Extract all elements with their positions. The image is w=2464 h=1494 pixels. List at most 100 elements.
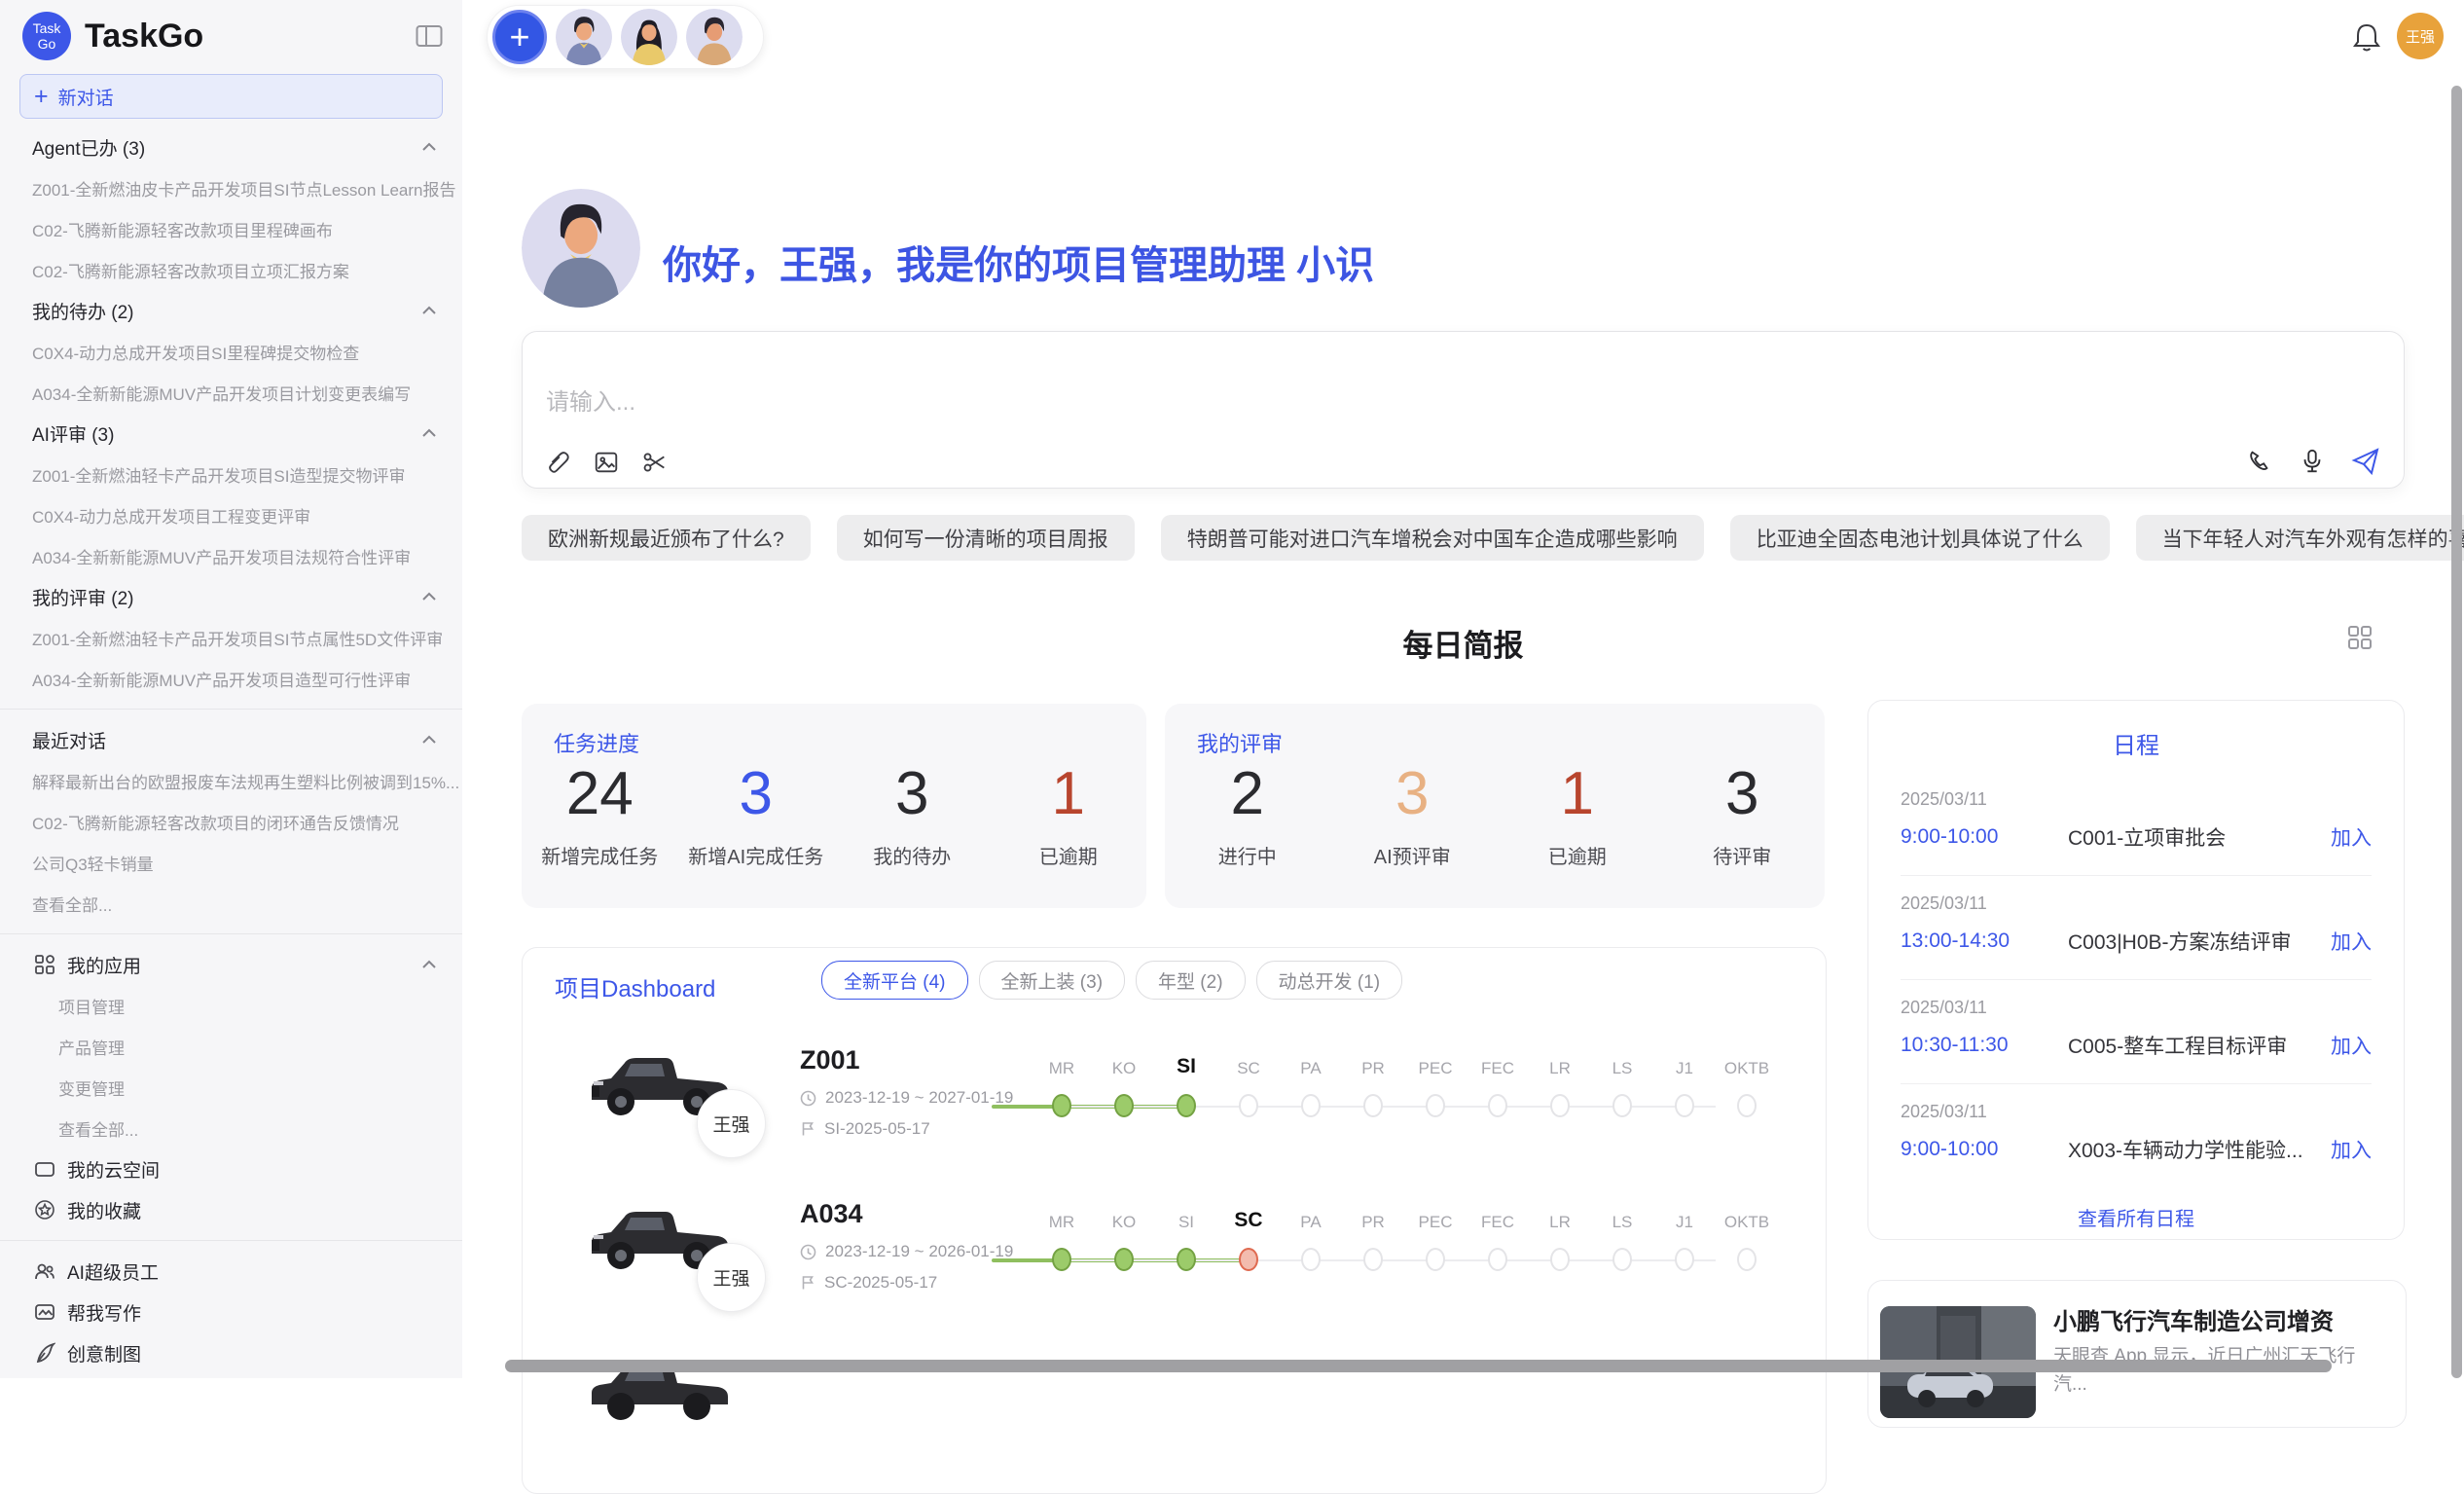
stat: 3 待评审	[1660, 762, 1826, 869]
milestone-label: LS	[1612, 1201, 1633, 1232]
section-ai-review[interactable]: AI评审 (3)	[0, 413, 462, 454]
section-agent-done[interactable]: Agent已办 (3)	[0, 127, 462, 167]
chevron-up-icon	[421, 306, 437, 315]
stat-value: 3	[740, 762, 773, 825]
milestone-label: LR	[1549, 1201, 1571, 1232]
card-title: 任务进度	[554, 727, 639, 758]
tab-all-new-body[interactable]: 全新上装 (3)	[979, 961, 1126, 1000]
flag-icon	[800, 1275, 815, 1291]
agent-avatar-2[interactable]	[621, 9, 677, 65]
conversation-item[interactable]: Z001-全新燃油轻卡产品开发项目SI造型提交物评审	[0, 454, 462, 494]
sidebar-item-ai-super-staff[interactable]: AI超级员工	[0, 1251, 462, 1292]
schedule-date: 2025/03/11	[1901, 1102, 2372, 1122]
section-my-review[interactable]: 我的评审 (2)	[0, 576, 462, 617]
suggestion-chip[interactable]: 当下年轻人对汽车外观有怎样的喜好趋势	[2136, 515, 2464, 561]
section-recent-chats[interactable]: 最近对话	[0, 719, 462, 760]
vertical-scrollbar[interactable]	[2451, 86, 2462, 1378]
milestone-label: PR	[1361, 1201, 1385, 1232]
tab-powertrain[interactable]: 动总开发 (1)	[1256, 961, 1403, 1000]
conversation-item[interactable]: C02-飞腾新能源轻客改款项目里程碑画布	[0, 208, 462, 249]
help-me-write-label: 帮我写作	[67, 1299, 437, 1326]
milestone-label: SI	[1178, 1201, 1194, 1232]
recent-chat-item[interactable]: C02-飞腾新能源轻客改款项目的闭环通告反馈情况	[0, 801, 462, 842]
project-dates-text: 2023-12-19 ~ 2026-01-19	[825, 1242, 1013, 1261]
milestone-label: SC	[1237, 1047, 1260, 1078]
project-row-z001[interactable]: 王强 Z001 2023-12-19 ~ 2027-01-19 SI-2025-…	[523, 1038, 1826, 1184]
stat-grid: 24 新增完成任务 3 新增AI完成任务 3 我的待办 1 已逾期	[522, 762, 1146, 869]
view-all-chats-link[interactable]: 查看全部...	[0, 883, 462, 924]
project-row-a034[interactable]: 王强 A034 2023-12-19 ~ 2026-01-19 SC-2025-…	[523, 1191, 1826, 1337]
chevron-up-icon	[421, 142, 437, 152]
microphone-icon[interactable]	[2299, 448, 2326, 475]
horizontal-scrollbar[interactable]	[505, 1360, 2332, 1372]
conversation-item[interactable]: A034-全新新能源MUV产品开发项目法规符合性评审	[0, 535, 462, 576]
stat: 3 新增AI完成任务	[678, 762, 835, 869]
collapse-sidebar-icon[interactable]	[416, 24, 443, 48]
sidebar-item-help-me-write[interactable]: 帮我写作	[0, 1292, 462, 1332]
clock-icon	[800, 1090, 816, 1107]
writing-image-icon	[34, 1301, 55, 1323]
sidebar-item-favorites[interactable]: 我的收藏	[0, 1189, 462, 1230]
conversation-item[interactable]: C0X4-动力总成开发项目SI里程碑提交物检查	[0, 331, 462, 372]
chat-input-box	[522, 331, 2405, 489]
sidebar-item-cloud-space[interactable]: 我的云空间	[0, 1148, 462, 1189]
section-my-todo[interactable]: 我的待办 (2)	[0, 290, 462, 331]
sidebar-header: Task Go TaskGo	[0, 0, 462, 68]
send-icon[interactable]	[2351, 447, 2380, 476]
join-meeting-link[interactable]: 加入	[2331, 1135, 2372, 1164]
milestone-node	[1488, 1094, 1507, 1117]
milestone-node	[1426, 1248, 1445, 1271]
app-item-change-mgmt[interactable]: 变更管理	[0, 1067, 462, 1108]
view-all-apps-link[interactable]: 查看全部...	[0, 1108, 462, 1148]
suggestion-chip[interactable]: 比亚迪全固态电池计划具体说了什么	[1730, 515, 2110, 561]
news-card[interactable]: 小鹏飞行汽车制造公司增资 天眼查 App 显示，近日广州汇天飞行汽...	[1867, 1280, 2407, 1428]
milestone-node	[1114, 1248, 1134, 1271]
new-chat-button[interactable]: + 新对话	[19, 74, 443, 119]
schedule-event-title: C001-立项审批会	[2068, 822, 2331, 852]
scissors-icon[interactable]	[641, 449, 669, 476]
join-meeting-link[interactable]: 加入	[2331, 1031, 2372, 1060]
suggestion-chip[interactable]: 特朗普可能对进口汽车增税会对中国车企造成哪些影响	[1161, 515, 1704, 561]
conversation-item[interactable]: A034-全新新能源MUV产品开发项目计划变更表编写	[0, 372, 462, 413]
stat-value: 24	[566, 762, 634, 825]
milestone-node	[1550, 1094, 1570, 1117]
recent-chat-item[interactable]: 解释最新出台的欧盟报废车法规再生塑料比例被调到15%...	[0, 760, 462, 801]
user-avatar[interactable]: 王强	[2397, 13, 2444, 59]
app-item-product-mgmt[interactable]: 产品管理	[0, 1026, 462, 1067]
join-meeting-link[interactable]: 加入	[2331, 927, 2372, 956]
chat-input[interactable]	[544, 388, 1910, 418]
briefing-layout-icon[interactable]	[2347, 625, 2373, 650]
conversation-item[interactable]: C02-飞腾新能源轻客改款项目立项汇报方案	[0, 249, 462, 290]
notification-bell-icon[interactable]	[2352, 21, 2381, 53]
milestone-label: J1	[1676, 1201, 1693, 1232]
stat-value: 3	[895, 762, 928, 825]
paperclip-icon[interactable]	[544, 449, 571, 476]
join-meeting-link[interactable]: 加入	[2331, 822, 2372, 852]
agent-avatar-1[interactable]	[556, 9, 612, 65]
sidebar-item-my-apps[interactable]: 我的应用	[0, 944, 462, 985]
chevron-up-icon	[421, 428, 437, 438]
agent-avatar-3[interactable]	[686, 9, 743, 65]
project-flag-text: SI-2025-05-17	[824, 1119, 930, 1139]
conversation-item[interactable]: C0X4-动力总成开发项目工程变更评审	[0, 494, 462, 535]
tab-model-year[interactable]: 年型 (2)	[1136, 961, 1246, 1000]
image-icon[interactable]	[593, 449, 620, 476]
suggestion-chip[interactable]: 如何写一份清晰的项目周报	[837, 515, 1135, 561]
conversation-item[interactable]: A034-全新新能源MUV产品开发项目造型可行性评审	[0, 658, 462, 699]
recent-chat-item[interactable]: 公司Q3轻卡销量	[0, 842, 462, 883]
apps-grid-icon	[34, 954, 55, 975]
add-agent-button[interactable]: +	[492, 10, 547, 64]
conversation-item[interactable]: Z001-全新燃油轻卡产品开发项目SI节点属性5D文件评审	[0, 617, 462, 658]
suggestion-chip[interactable]: 欧洲新规最近颁布了什么?	[522, 515, 811, 561]
greeting-text: 你好，王强，我是你的项目管理助理 小识	[663, 234, 1374, 290]
stat-label: 待评审	[1713, 841, 1771, 869]
phone-call-icon[interactable]	[2246, 448, 2273, 475]
favorites-label: 我的收藏	[67, 1197, 437, 1223]
tab-all-new-platform[interactable]: 全新平台 (4)	[821, 961, 968, 1000]
sidebar-list: Agent已办 (3) Z001-全新燃油皮卡产品开发项目SI节点Lesson …	[0, 127, 462, 1373]
stat: 1 已逾期	[1495, 762, 1660, 869]
view-all-schedule-link[interactable]: 查看所有日程	[1901, 1203, 2372, 1231]
conversation-item[interactable]: Z001-全新燃油皮卡产品开发项目SI节点Lesson Learn报告	[0, 167, 462, 208]
sidebar-item-creative-drawing[interactable]: 创意制图	[0, 1332, 462, 1373]
app-item-project-mgmt[interactable]: 项目管理	[0, 985, 462, 1026]
